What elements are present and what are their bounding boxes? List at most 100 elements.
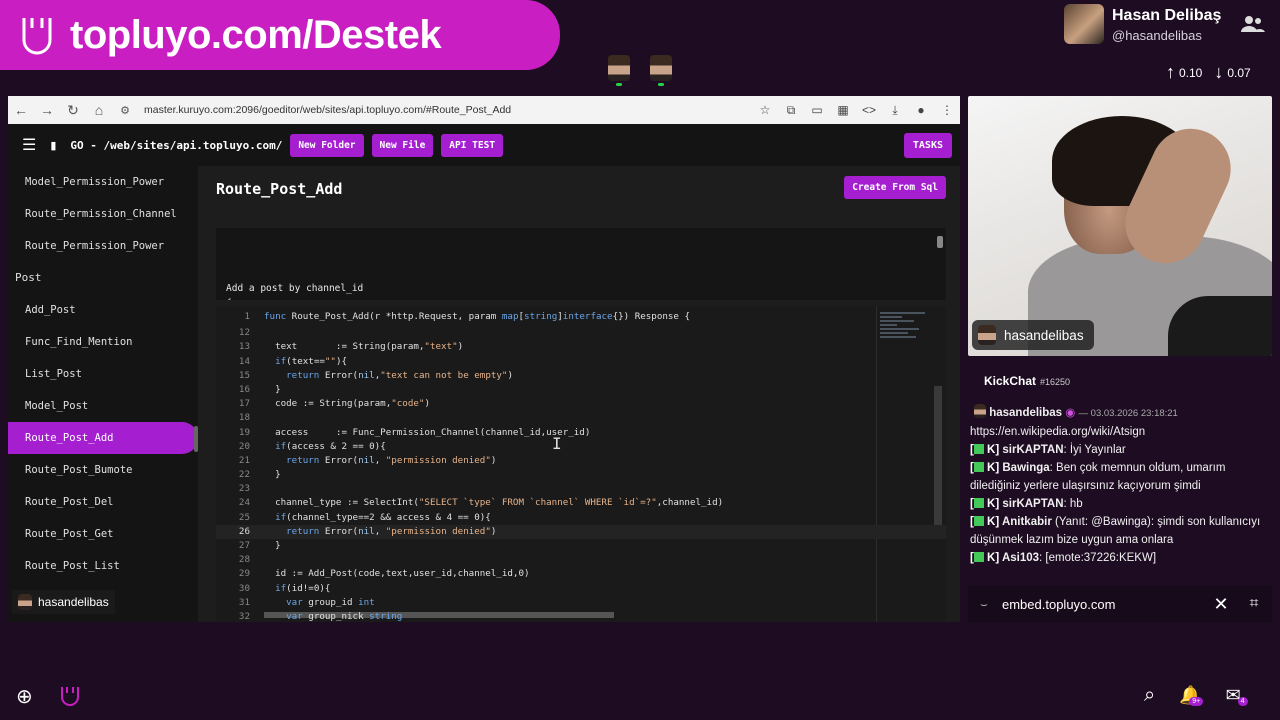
code-line: 23 — [216, 482, 946, 496]
code-line: 16 } — [216, 383, 946, 397]
sidebar-user-tag: hasandelibas — [12, 590, 115, 614]
code-line: 18 — [216, 411, 946, 425]
forward-icon[interactable]: → — [34, 102, 60, 118]
chat-rank-suffix: K] — [983, 516, 1002, 528]
url-field[interactable]: master.kuruyo.com:2096/goeditor/web/site… — [144, 104, 752, 116]
new-file-button[interactable]: New File — [371, 133, 434, 157]
sidebar-item[interactable]: Model_Post — [8, 390, 198, 422]
sidebar-item[interactable]: Route_Post_Add — [8, 422, 198, 454]
streamer-avatar[interactable] — [1064, 4, 1104, 44]
sidebar-item[interactable]: Model_Permission_Power — [8, 166, 198, 198]
sidebar-item[interactable]: List_Post — [8, 358, 198, 390]
line-number: 1 — [244, 311, 250, 322]
download-value: 0.07 — [1227, 65, 1251, 80]
line-number: 14 — [238, 355, 250, 367]
download-icon[interactable]: ⤓ — [882, 103, 908, 118]
close-icon[interactable]: ✕ — [1206, 594, 1236, 615]
chat-link[interactable]: https://en.wikipedia.org/wiki/Atsign — [968, 423, 1272, 441]
sidebar-item[interactable]: Route_Post_List — [8, 550, 198, 582]
arrow-up-icon: ↑ — [1166, 62, 1175, 82]
home-icon[interactable]: ⌂ — [86, 102, 112, 118]
description-scrollbar[interactable] — [937, 236, 943, 248]
code-text: if(id!=0){ — [275, 582, 331, 594]
code-line: 22 } — [216, 468, 946, 482]
code-text: func Route_Post_Add(r *http.Request, par… — [264, 311, 691, 322]
chat-title: KickChat — [984, 374, 1037, 388]
project-path: GO - /web/sites/api.topluyo.com/ — [70, 138, 283, 152]
star-icon[interactable]: ☆ — [752, 103, 778, 117]
bell-badge: 9+ — [1189, 697, 1204, 706]
rank-badge-icon — [973, 552, 984, 562]
code-text: return Error(nil,"text can not be empty"… — [286, 369, 514, 381]
sidebar-item[interactable]: Add_Post — [8, 294, 198, 326]
qr-icon[interactable]: ⌗ — [1236, 595, 1272, 613]
sidebar-scrollbar[interactable] — [194, 426, 198, 452]
code-text: text := String(param,"text") — [264, 341, 464, 353]
chat-user[interactable]: sirKAPTAN — [1002, 444, 1063, 456]
api-test-button[interactable]: API TEST — [441, 133, 504, 157]
chat-user[interactable]: sirKAPTAN — [1002, 498, 1063, 510]
reload-icon[interactable]: ↻ — [60, 102, 86, 119]
code-text: return Error(nil, "permission denied") — [286, 525, 497, 537]
search-icon[interactable]: ⌕ — [1144, 684, 1155, 707]
arrow-down-icon: ↓ — [1214, 62, 1224, 82]
chat-user[interactable]: Anitkabir — [1002, 516, 1052, 528]
people-icon[interactable] — [1240, 14, 1266, 34]
grid-icon[interactable]: ▦ — [830, 103, 856, 117]
code-line: 32 var group_nick string — [216, 610, 946, 622]
code-line: 20 if(access & 2 == 0){ — [216, 440, 946, 454]
bell-icon[interactable]: 🔔 9+ — [1179, 685, 1204, 706]
code-editor[interactable]: I 1 func Route_Post_Add(r *http.Request, … — [216, 306, 946, 622]
code-text: return Error(nil, "permission denied") — [286, 454, 497, 466]
chat-message: [ K] sirKAPTAN: İyi Yayınlar — [968, 441, 1272, 459]
sidebar-group[interactable]: Post — [8, 262, 198, 294]
code-line: 19 access := Func_Permission_Channel(cha… — [216, 426, 946, 440]
topluyo-logo-icon[interactable] — [59, 685, 81, 709]
sidebar-item[interactable]: Route_Post_Get — [8, 518, 198, 550]
chat-user[interactable]: hasandelibas — [989, 407, 1062, 419]
chat-user[interactable]: Bawinga — [1002, 462, 1049, 474]
profile-icon[interactable]: ● — [908, 103, 934, 117]
embed-url[interactable]: embed.topluyo.com — [1002, 597, 1206, 612]
site-info-icon[interactable]: ⚙ — [112, 104, 138, 117]
extensions-icon[interactable]: ⧉ — [778, 103, 804, 118]
description-line: { — [226, 296, 936, 300]
mail-icon[interactable]: ✉ 4 — [1226, 685, 1248, 706]
globe-icon[interactable]: ⊕ — [16, 684, 33, 709]
line-number: 24 — [238, 497, 250, 509]
streamer-handle: @hasandelibas — [1112, 28, 1202, 43]
sidebar-item[interactable]: Route_Post_Del — [8, 486, 198, 518]
devices-icon[interactable]: ▭ — [804, 103, 830, 117]
line-number: 31 — [238, 596, 250, 608]
chat-user[interactable]: Asi103 — [1002, 552, 1039, 564]
new-folder-button[interactable]: New Folder — [290, 133, 364, 157]
viewer-avatar — [608, 55, 630, 86]
hamburger-icon[interactable]: ☰ — [22, 135, 36, 155]
code-line: 14 if(text==""){ — [216, 355, 946, 369]
upload-value: 0.10 — [1179, 65, 1203, 80]
code-text: code := String(param,"code") — [264, 398, 430, 410]
bottom-right-bar: ⌕ 🔔 9+ ✉ 4 — [1144, 684, 1248, 707]
sidebar-item[interactable]: Route_Permission_Power — [8, 230, 198, 262]
chat-message: [ K] Bawinga: Ben çok memnun oldum, umar… — [968, 459, 1272, 495]
code-icon[interactable]: <> — [856, 103, 882, 117]
sidebar-item[interactable]: Route_Permission_Channel — [8, 198, 198, 230]
sidebar-item[interactable]: Func_Find_Mention — [8, 326, 198, 358]
menu-dots-icon[interactable]: ⋮ — [934, 103, 960, 117]
code-line: 12 — [216, 326, 946, 340]
line-number: 20 — [238, 440, 250, 452]
chat-text: : [emote:37226:KEKW] — [1039, 552, 1157, 564]
code-text: var group_id int — [286, 596, 375, 608]
back-icon[interactable]: ← — [8, 102, 34, 118]
webcam-name-tag: hasandelibas — [972, 320, 1094, 350]
code-line: 27 } — [216, 539, 946, 553]
sidebar-item[interactable]: Route_Post_Bumote — [8, 454, 198, 486]
chat-rank-suffix: K] — [983, 498, 1003, 510]
code-text: if(text==""){ — [275, 355, 348, 367]
description-editor[interactable]: Add a post by channel_id{ "channel_id": … — [216, 228, 946, 300]
file-sidebar: Model_Permission_Power Route_Permission_C… — [8, 166, 198, 622]
tasks-button[interactable]: TASKS — [903, 133, 952, 158]
line-number: 25 — [238, 511, 250, 523]
create-from-sql-button[interactable]: Create From Sql — [844, 176, 946, 199]
code-text: if(channel_type==2 && access & 4 == 0){ — [275, 511, 491, 523]
